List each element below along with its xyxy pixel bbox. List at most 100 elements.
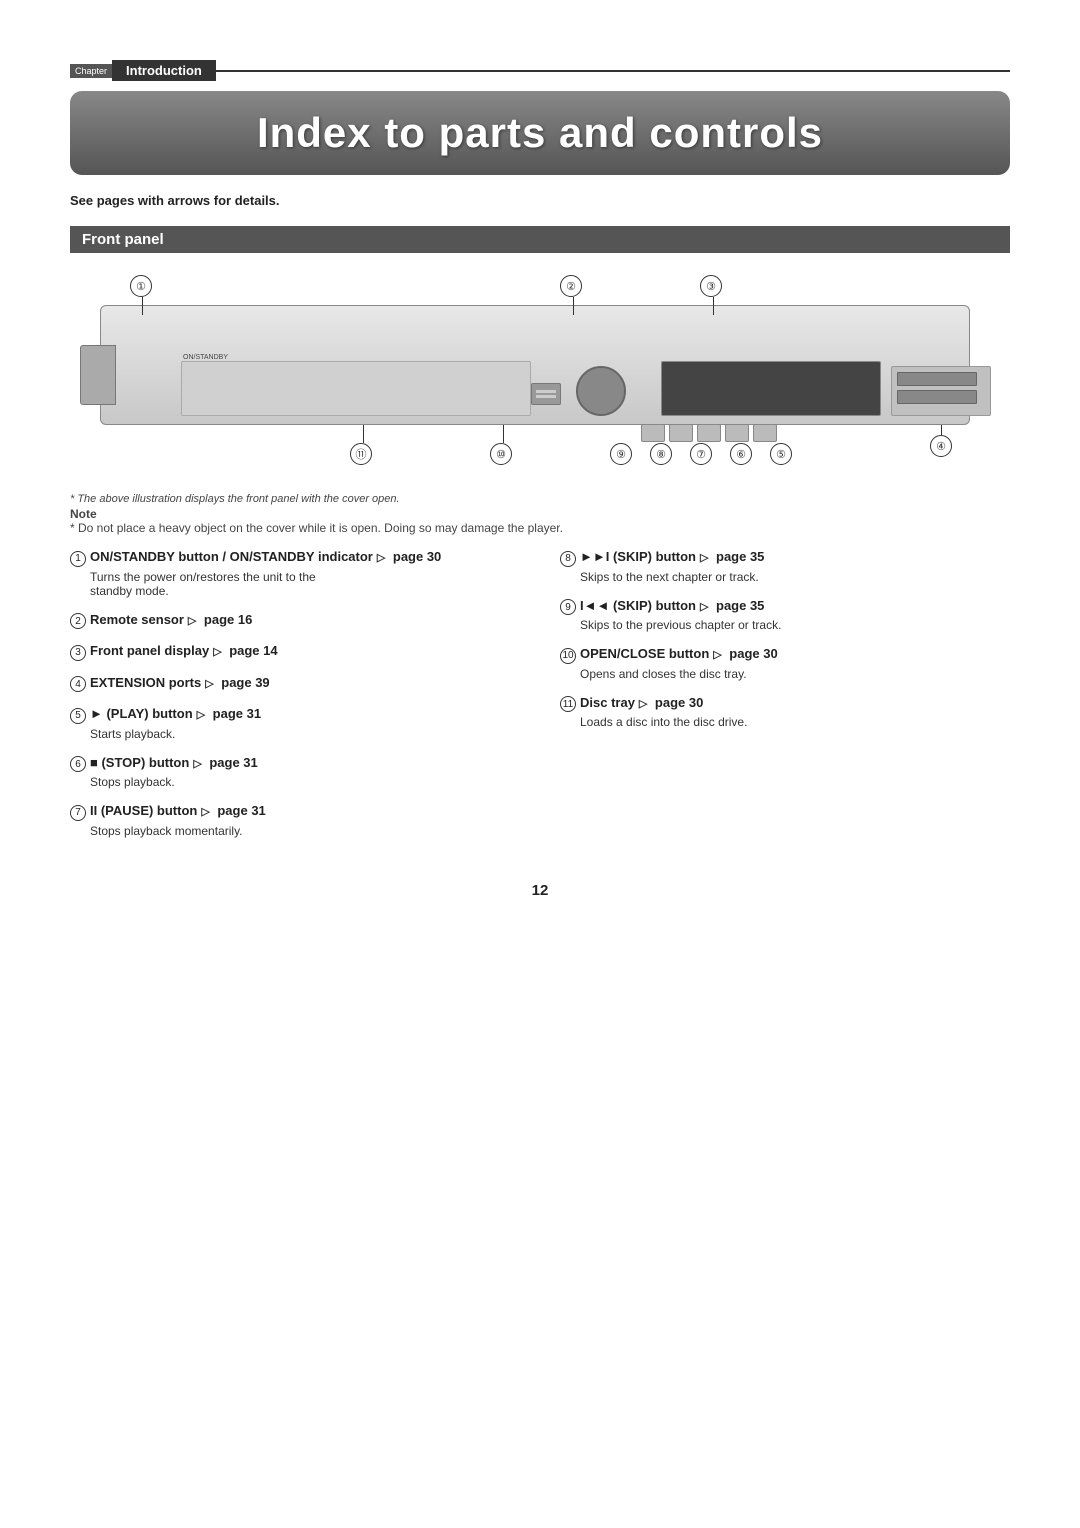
description-grid: 1 ON/STANDBY button / ON/STANDBY indicat… [70, 549, 1010, 852]
disc-tray-area [181, 361, 531, 416]
btn-1 [641, 424, 665, 442]
desc-text-5: Starts playback. [70, 727, 520, 741]
desc-text-11: Loads a disc into the disc drive. [560, 715, 1010, 729]
left-column: 1 ON/STANDBY button / ON/STANDBY indicat… [70, 549, 520, 852]
desc-text-7: Stops playback momentarily. [70, 824, 520, 838]
title-text-9: I◄◄ (SKIP) button [580, 598, 696, 613]
desc-item-2: 2 Remote sensor page 16 [70, 612, 520, 630]
line-10 [503, 425, 504, 443]
circle-3: 3 [70, 645, 86, 661]
desc-title-2: 2 Remote sensor page 16 [70, 612, 520, 630]
desc-title-3: 3 Front panel display page 14 [70, 643, 520, 661]
page-2: page 16 [204, 612, 252, 627]
note-italic: * The above illustration displays the fr… [70, 493, 1010, 505]
front-panel-label: Front panel [70, 226, 1010, 253]
circle-5: 5 [70, 708, 86, 724]
desc-title-1: 1 ON/STANDBY button / ON/STANDBY indicat… [70, 549, 520, 567]
line-4 [941, 425, 942, 435]
page-6: page 31 [209, 755, 257, 770]
chapter-header: Chapter Introduction [70, 60, 1010, 81]
extension-ports [891, 366, 991, 416]
line-3 [713, 297, 714, 315]
ext-port-1 [897, 372, 977, 386]
desc-title-5: 5 ► (PLAY) button page 31 [70, 706, 520, 724]
title-text-1: ON/STANDBY button / ON/STANDBY indicator [90, 549, 373, 564]
chapter-line [216, 70, 1010, 72]
callout-11: ⑪ [350, 443, 372, 465]
right-column: 8 ►►I (SKIP) button page 35 Skips to the… [560, 549, 1010, 852]
title-text-4: EXTENSION ports [90, 675, 201, 690]
page-10: page 30 [729, 646, 777, 661]
callout-9: ⑨ [610, 443, 632, 465]
callout-1: ① [130, 275, 152, 297]
desc-item-1: 1 ON/STANDBY button / ON/STANDBY indicat… [70, 549, 520, 598]
desc-item-5: 5 ► (PLAY) button page 31 Starts playbac… [70, 706, 520, 741]
note-bold: Note [70, 507, 97, 521]
subtitle: See pages with arrows for details. [70, 193, 1010, 208]
chapter-label: Chapter [70, 64, 112, 78]
page-8: page 35 [716, 549, 764, 564]
arrow-11 [639, 695, 651, 707]
title-text-7: II (PAUSE) button [90, 803, 197, 818]
desc-title-4: 4 EXTENSION ports page 39 [70, 675, 520, 693]
line-2 [573, 297, 574, 315]
circle-7: 7 [70, 805, 86, 821]
desc-item-9: 9 I◄◄ (SKIP) button page 35 Skips to the… [560, 598, 1010, 633]
desc-item-4: 4 EXTENSION ports page 39 [70, 675, 520, 693]
circle-8: 8 [560, 551, 576, 567]
title-text-10: OPEN/CLOSE button [580, 646, 709, 661]
arrow-8 [700, 549, 712, 561]
arrow-5 [197, 706, 209, 718]
front-panel-display [661, 361, 881, 416]
btn-5 [753, 424, 777, 442]
title-text-6: ■ (STOP) button [90, 755, 189, 770]
desc-item-8: 8 ►►I (SKIP) button page 35 Skips to the… [560, 549, 1010, 584]
desc-title-11: 11 Disc tray page 30 [560, 695, 1010, 713]
callout-5: ⑤ [770, 443, 792, 465]
arrow-2 [188, 612, 200, 624]
circle-11: 11 [560, 696, 576, 712]
desc-title-7: 7 II (PAUSE) button page 31 [70, 803, 520, 821]
device-diagram: ON/STANDBY ① ② ③ ④ ⑤ [70, 265, 1010, 485]
circle-9: 9 [560, 599, 576, 615]
callout-10: ⑩ [490, 443, 512, 465]
desc-title-8: 8 ►►I (SKIP) button page 35 [560, 549, 1010, 567]
desc-item-6: 6 ■ (STOP) button page 31 Stops playback… [70, 755, 520, 790]
circle-10: 10 [560, 648, 576, 664]
desc-text-1: Turns the power on/restores the unit to … [70, 570, 520, 598]
callout-7: ⑦ [690, 443, 712, 465]
callout-2: ② [560, 275, 582, 297]
page-1: page 30 [393, 549, 441, 564]
title-text-11: Disc tray [580, 695, 635, 710]
title-banner: Index to parts and controls [70, 91, 1010, 175]
page-9: page 35 [716, 598, 764, 613]
page-title: Index to parts and controls [100, 109, 980, 157]
title-text-3: Front panel display [90, 643, 209, 658]
arrow-6 [193, 755, 205, 767]
button-row [641, 424, 777, 442]
circle-1: 1 [70, 551, 86, 567]
arrow-1 [377, 549, 389, 561]
line-1 [142, 297, 143, 315]
remote-sensor-circle [576, 366, 626, 416]
page-5: page 31 [213, 706, 261, 721]
btn-2 [669, 424, 693, 442]
page-4: page 39 [221, 675, 269, 690]
desc-title-9: 9 I◄◄ (SKIP) button page 35 [560, 598, 1010, 616]
loading-slot [531, 383, 561, 405]
desc-text-10: Opens and closes the disc tray. [560, 667, 1010, 681]
title-text-8: ►►I (SKIP) button [580, 549, 696, 564]
desc-item-7: 7 II (PAUSE) button page 31 Stops playba… [70, 803, 520, 838]
callout-4: ④ [930, 435, 952, 457]
chapter-title: Introduction [112, 60, 216, 81]
btn-4 [725, 424, 749, 442]
desc-item-3: 3 Front panel display page 14 [70, 643, 520, 661]
desc-title-6: 6 ■ (STOP) button page 31 [70, 755, 520, 773]
device-body: ON/STANDBY [100, 305, 970, 425]
circle-2: 2 [70, 613, 86, 629]
circle-6: 6 [70, 756, 86, 772]
desc-text-6: Stops playback. [70, 775, 520, 789]
desc-text-8: Skips to the next chapter or track. [560, 570, 1010, 584]
page-number: 12 [70, 882, 1010, 899]
page-3: page 14 [229, 643, 277, 658]
